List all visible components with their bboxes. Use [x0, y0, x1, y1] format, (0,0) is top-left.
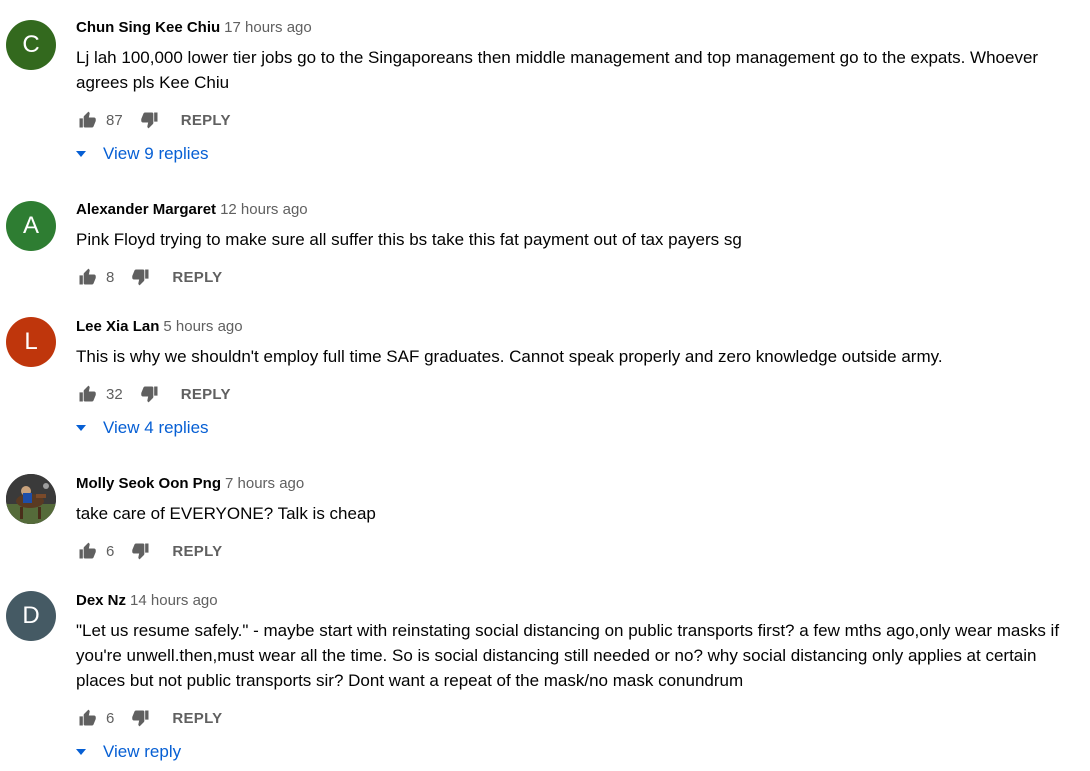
caret-down-icon	[76, 425, 86, 431]
comment-thread: D Dex Nz 14 hours ago "Let us resume safe…	[0, 574, 1090, 771]
view-replies-label: View 9 replies	[103, 144, 209, 163]
comment-timestamp[interactable]: 5 hours ago	[163, 318, 242, 335]
thumbs-up-icon[interactable]	[76, 266, 98, 288]
view-replies-button[interactable]: View 4 replies	[76, 415, 209, 441]
avatar[interactable]: C	[6, 20, 56, 70]
comment-timestamp[interactable]: 17 hours ago	[224, 19, 312, 36]
reply-button[interactable]: REPLY	[181, 386, 231, 403]
comment-toolbar: 6 REPLY	[76, 704, 222, 732]
avatar[interactable]	[6, 474, 56, 524]
comment-timestamp[interactable]: 14 hours ago	[130, 592, 218, 609]
reply-button[interactable]: REPLY	[172, 269, 222, 286]
comment-text: "Let us resume safely." - maybe start wi…	[76, 621, 1060, 690]
like-count: 32	[106, 385, 123, 403]
comment-list: C Chun Sing Kee Chiu 17 hours ago Lj lah …	[0, 0, 1090, 771]
author-name[interactable]: Dex Nz	[76, 592, 126, 609]
view-replies-button[interactable]: View reply	[76, 739, 181, 765]
comment-text: take care of EVERYONE? Talk is cheap	[76, 504, 376, 523]
comment-toolbar: 8 REPLY	[76, 263, 222, 291]
thumbs-down-icon[interactable]	[139, 383, 161, 405]
comment-text: Lj lah 100,000 lower tier jobs go to the…	[76, 48, 1039, 92]
comment-header: Alexander Margaret 12 hours ago	[76, 199, 1084, 221]
caret-down-icon	[76, 749, 86, 755]
thumbs-up-icon[interactable]	[76, 540, 98, 562]
comment-thread: L Lee Xia Lan 5 hours ago This is why we …	[0, 300, 1090, 460]
avatar[interactable]: D	[6, 591, 56, 641]
caret-down-icon	[76, 151, 86, 157]
avatar[interactable]: L	[6, 317, 56, 367]
comment-header: Chun Sing Kee Chiu 17 hours ago	[76, 17, 1084, 39]
view-replies-label: View reply	[103, 742, 182, 761]
comment-header: Molly Seok Oon Png 7 hours ago	[76, 473, 1084, 495]
thumbs-up-icon[interactable]	[76, 109, 98, 131]
comment-toolbar: 32 REPLY	[76, 380, 231, 408]
comment-text: Pink Floyd trying to make sure all suffe…	[76, 230, 742, 249]
comment-toolbar: 87 REPLY	[76, 106, 231, 134]
thumbs-up-icon[interactable]	[76, 383, 98, 405]
like-count: 6	[106, 542, 115, 560]
reply-button[interactable]: REPLY	[172, 710, 222, 727]
reply-button[interactable]: REPLY	[172, 543, 222, 560]
author-name[interactable]: Chun Sing Kee Chiu	[76, 19, 220, 36]
avatar[interactable]: A	[6, 201, 56, 251]
author-name[interactable]: Alexander Margaret	[76, 201, 216, 218]
thumbs-up-icon[interactable]	[76, 707, 98, 729]
comment-header: Lee Xia Lan 5 hours ago	[76, 316, 1084, 338]
photo-avatar-icon	[6, 474, 56, 524]
comment-toolbar: 6 REPLY	[76, 537, 222, 565]
comment-text: This is why we shouldn't employ full tim…	[76, 347, 943, 366]
author-name[interactable]: Molly Seok Oon Png	[76, 475, 221, 492]
comment-thread: Molly Seok Oon Png 7 hours ago take care …	[0, 457, 1090, 572]
comment-timestamp[interactable]: 7 hours ago	[225, 475, 304, 492]
comment-header: Dex Nz 14 hours ago	[76, 590, 1084, 612]
thumbs-down-icon[interactable]	[130, 540, 152, 562]
view-replies-button[interactable]: View 9 replies	[76, 141, 209, 167]
thumbs-down-icon[interactable]	[139, 109, 161, 131]
like-count: 87	[106, 111, 123, 129]
like-count: 8	[106, 268, 115, 286]
reply-button[interactable]: REPLY	[181, 112, 231, 129]
comment-thread: C Chun Sing Kee Chiu 17 hours ago Lj lah …	[0, 0, 1090, 180]
thumbs-down-icon[interactable]	[130, 707, 152, 729]
thumbs-down-icon[interactable]	[130, 266, 152, 288]
comment-timestamp[interactable]: 12 hours ago	[220, 201, 308, 218]
view-replies-label: View 4 replies	[103, 418, 209, 437]
like-count: 6	[106, 709, 115, 727]
comment-thread: A Alexander Margaret 12 hours ago Pink Fl…	[0, 183, 1090, 298]
author-name[interactable]: Lee Xia Lan	[76, 318, 159, 335]
